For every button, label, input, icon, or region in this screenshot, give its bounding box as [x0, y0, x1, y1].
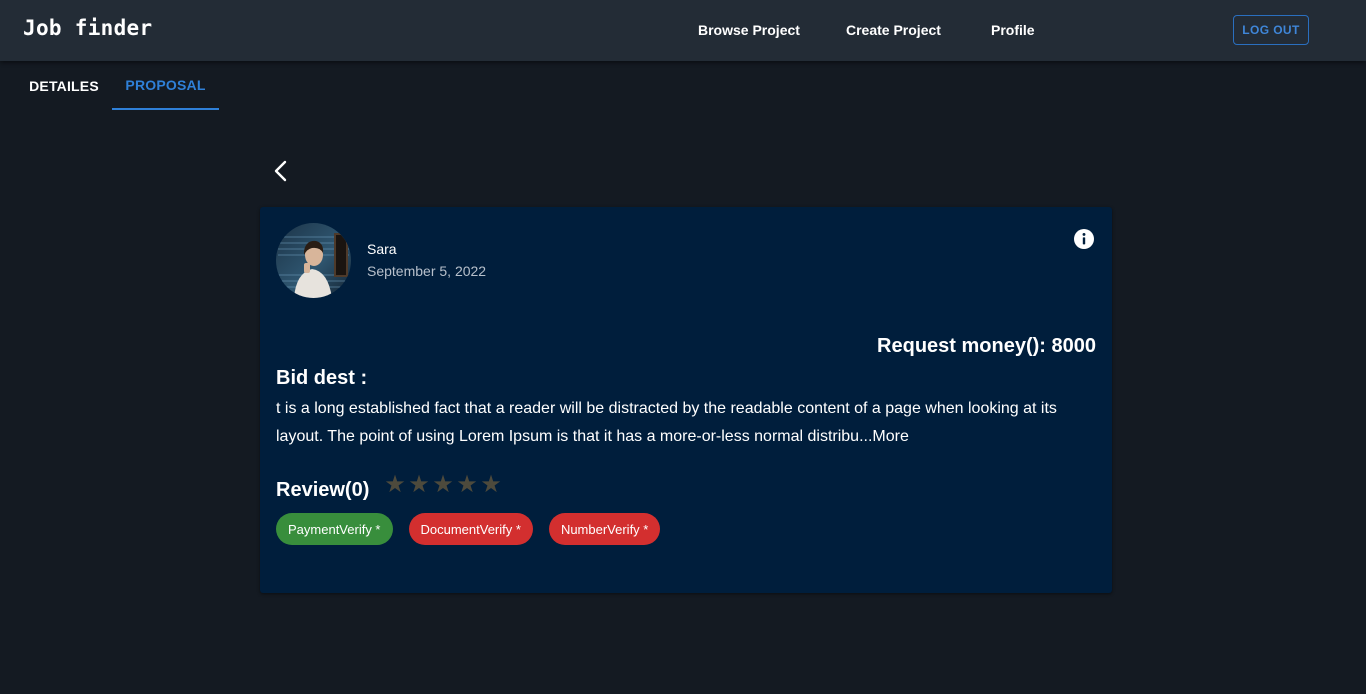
tab-details[interactable]: DETAILES [16, 61, 112, 110]
number-verify-chip[interactable]: NumberVerify * [548, 513, 661, 545]
star-icon[interactable]: ★ [383, 473, 407, 497]
payment-verify-chip[interactable]: PaymentVerify * [276, 513, 393, 545]
star-icon[interactable]: ★ [479, 473, 503, 497]
request-money: Request money(): 8000 [877, 335, 1096, 357]
verification-chips: PaymentVerify * DocumentVerify * NumberV… [276, 513, 676, 545]
review-label: Review(0) [276, 479, 370, 501]
proposal-card: Sara September 5, 2022 Request money(): … [260, 207, 1112, 593]
nav-create-project[interactable]: Create Project [846, 22, 941, 38]
logout-button[interactable]: LOG OUT [1233, 15, 1309, 45]
app-title[interactable]: Job finder [23, 16, 152, 40]
star-rating[interactable]: ★ ★ ★ ★ ★ [383, 473, 503, 497]
star-icon[interactable]: ★ [407, 473, 431, 497]
bid-description: t is a long established fact that a read… [276, 395, 1096, 451]
more-link[interactable]: More [872, 428, 908, 445]
tab-proposal[interactable]: PROPOSAL [112, 61, 219, 110]
star-icon[interactable]: ★ [431, 473, 455, 497]
bid-text: t is a long established fact that a read… [276, 400, 1057, 445]
star-icon[interactable]: ★ [455, 473, 479, 497]
nav-browse-project[interactable]: Browse Project [698, 22, 800, 38]
post-date: September 5, 2022 [367, 263, 487, 279]
bid-heading: Bid dest : [276, 367, 368, 389]
document-verify-chip[interactable]: DocumentVerify * [408, 513, 533, 545]
info-icon[interactable] [1073, 228, 1095, 250]
nav-profile[interactable]: Profile [991, 22, 1035, 38]
tab-bar: DETAILES PROPOSAL [0, 61, 240, 110]
user-name: Sara [367, 241, 397, 257]
avatar[interactable] [276, 223, 351, 298]
back-arrow-icon[interactable] [268, 158, 294, 184]
app-bar: Job finder Browse Project Create Project… [0, 0, 1366, 61]
